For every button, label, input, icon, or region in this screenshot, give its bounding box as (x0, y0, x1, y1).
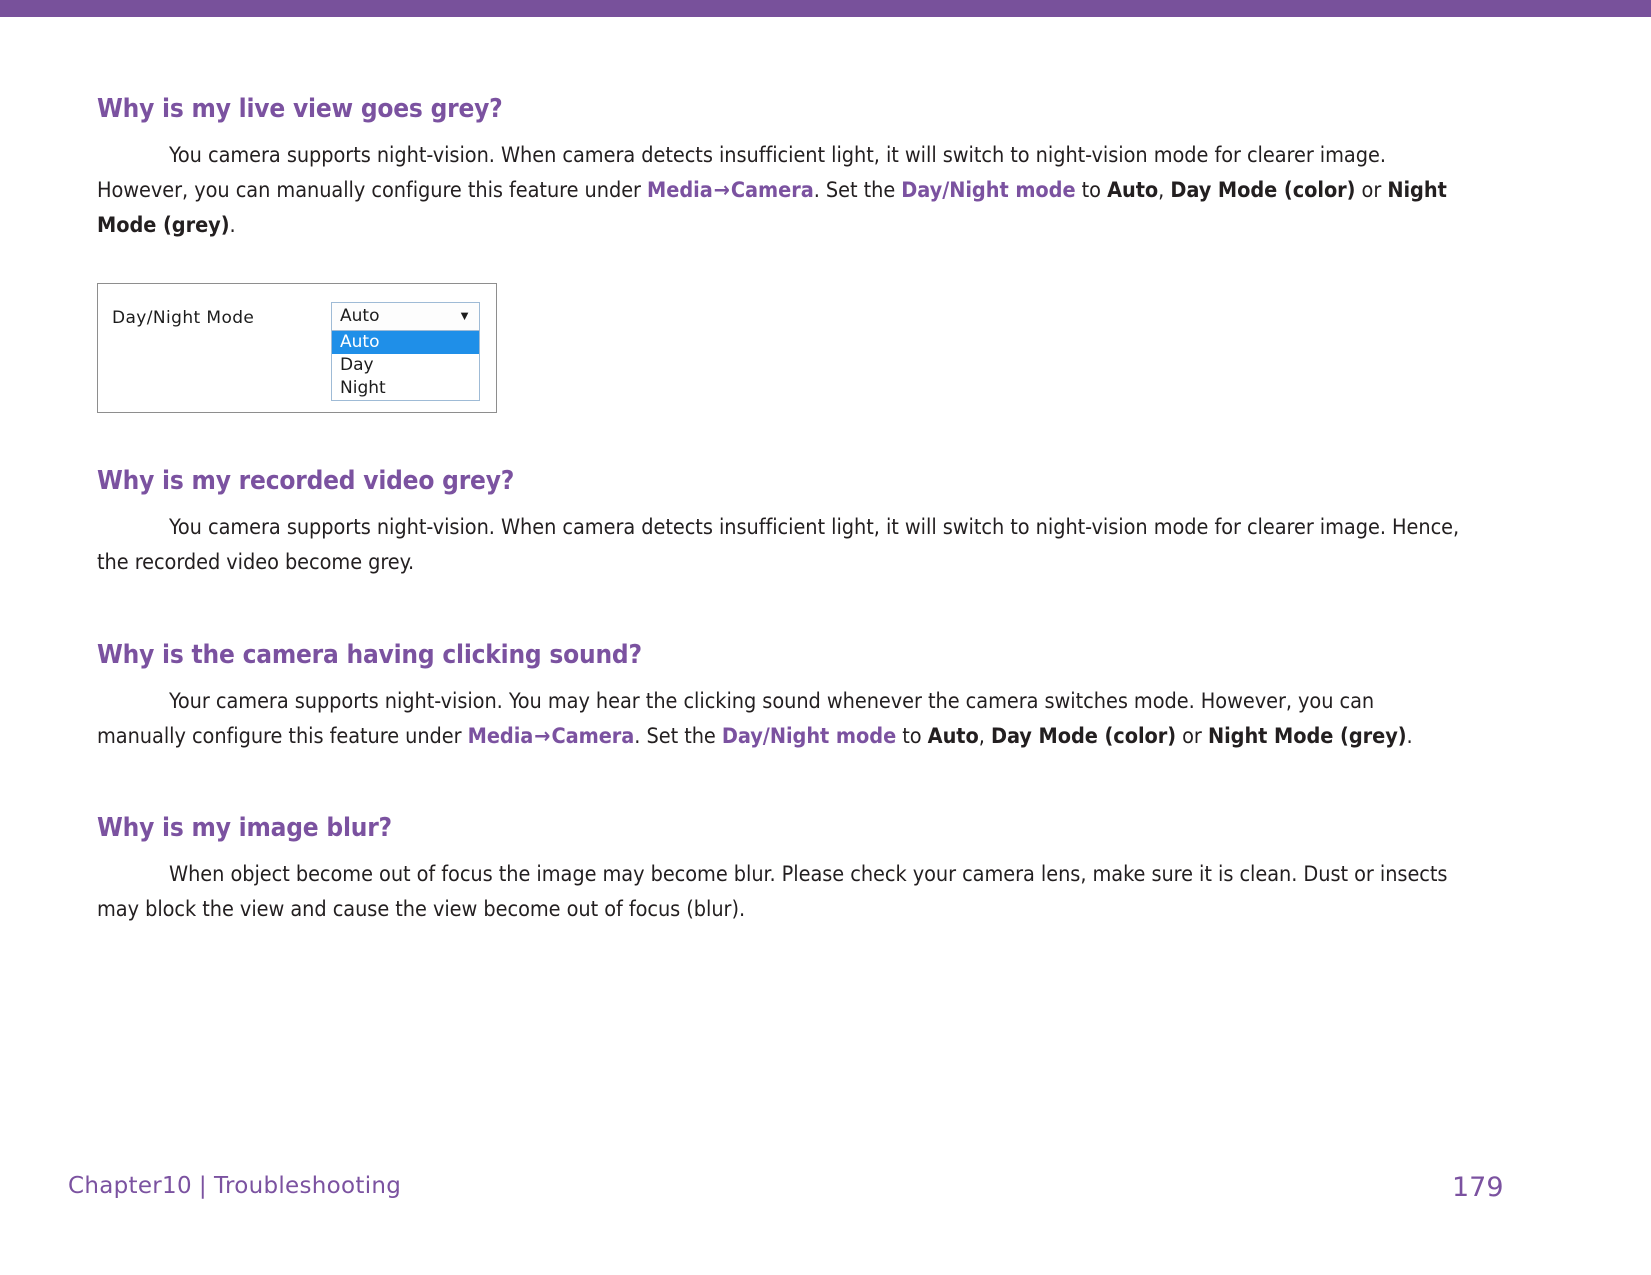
arrow-icon: → (534, 723, 551, 749)
select-selected-value: Auto (340, 306, 380, 327)
option-day[interactable]: Day (332, 354, 479, 377)
body-run-text: , (1158, 177, 1171, 203)
figure-field-label: Day/Night Mode (112, 308, 255, 329)
faq-heading-image-blur: Why is my image blur? (97, 813, 392, 844)
body-run-text: . (229, 212, 236, 238)
faq-body-live-view-grey: You camera supports night-vision. When c… (97, 139, 1467, 243)
setting-day-night-mode: Day/Night mode (721, 723, 897, 749)
body-run-text: . Set the (813, 177, 902, 203)
chevron-down-icon: ▼ (458, 308, 471, 324)
body-run-text: or (1355, 177, 1388, 203)
body-run-text: to (1075, 177, 1108, 203)
link-media[interactable]: Media (647, 178, 713, 203)
body-run-text: . (1406, 723, 1413, 749)
faq-body-clicking-sound: Your camera supports night-vision. You m… (97, 685, 1467, 755)
faq-body-image-blur: When object become out of focus the imag… (97, 858, 1467, 928)
faq-heading-clicking-sound: Why is the camera having clicking sound? (97, 639, 642, 670)
day-night-mode-option-list[interactable]: Auto Day Night (331, 331, 480, 401)
body-run-text: When object become out of focus the imag… (97, 862, 1448, 923)
setting-day-night-mode: Day/Night mode (901, 177, 1076, 203)
footer-separator: | (198, 1173, 207, 1199)
link-camera[interactable]: Camera (551, 724, 634, 749)
arrow-icon: → (713, 177, 730, 203)
page-number: 179 (1452, 1172, 1504, 1203)
figure-day-night-mode-dropdown: Day/Night Mode Auto ▼ Auto Day Night (97, 283, 497, 414)
value-auto: Auto (927, 723, 979, 749)
body-run-text: to (896, 723, 928, 749)
footer-chapter-number: Chapter10 (68, 1173, 192, 1199)
value-day-mode: Day Mode (color) (990, 723, 1177, 749)
value-night-mode: Night Mode (grey) (1207, 723, 1407, 749)
top-accent-band (0, 0, 1651, 17)
value-auto: Auto (1107, 177, 1159, 203)
body-run-text: , (978, 723, 991, 749)
day-night-mode-select[interactable]: Auto ▼ (331, 302, 480, 332)
footer-section-name: Troubleshooting (213, 1173, 402, 1199)
link-media[interactable]: Media (468, 724, 534, 749)
faq-heading-recorded-video-grey: Why is my recorded video grey? (97, 466, 515, 497)
footer-chapter-label: Chapter10 | Troubleshooting (68, 1173, 401, 1199)
faq-body-recorded-video-grey: You camera supports night-vision. When c… (97, 511, 1467, 581)
faq-heading-live-view-grey: Why is my live view goes grey? (97, 94, 503, 124)
link-camera[interactable]: Camera (731, 178, 814, 203)
value-day-mode: Day Mode (color) (1170, 177, 1356, 203)
option-night[interactable]: Night (332, 377, 479, 400)
page-content: Why is my live view goes grey? You camer… (97, 94, 1467, 928)
body-run-text: You camera supports night-vision. When c… (97, 515, 1460, 576)
body-run-text: or (1176, 723, 1208, 749)
body-run-text: . Set the (634, 723, 722, 749)
option-auto[interactable]: Auto (332, 331, 479, 355)
document-page: Why is my live view goes grey? You camer… (0, 17, 1651, 1275)
